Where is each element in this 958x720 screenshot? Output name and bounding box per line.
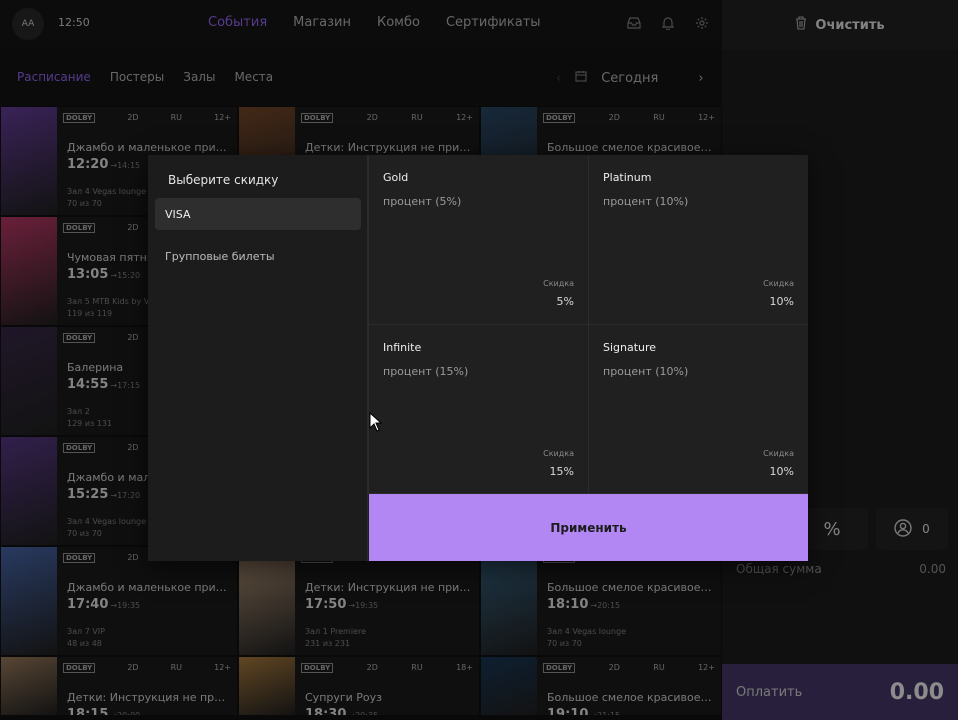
discount-category-list: Выберите скидку VISA Групповые билеты — [148, 155, 368, 561]
card-type: процент (15%) — [383, 365, 469, 378]
discount-modal: Выберите скидку VISA Групповые билеты Go… — [148, 155, 808, 561]
discount-card-signature[interactable]: Signature процент (10%) Скидка 10% — [588, 325, 808, 494]
card-discount-value: 5% — [556, 295, 574, 308]
card-discount-value: 15% — [549, 465, 574, 478]
cursor-icon — [369, 412, 383, 432]
card-type: процент (10%) — [603, 365, 689, 378]
card-discount-label: Скидка — [543, 449, 574, 458]
card-discount-label: Скидка — [543, 279, 574, 288]
discount-option-visa[interactable]: VISA — [155, 198, 361, 230]
discount-option-group[interactable]: Групповые билеты — [155, 240, 361, 272]
card-type: процент (5%) — [383, 195, 462, 208]
discount-card-infinite[interactable]: Infinite процент (15%) Скидка 15% — [368, 325, 588, 494]
card-name: Gold — [383, 171, 409, 184]
card-name: Signature — [603, 341, 657, 354]
card-discount-label: Скидка — [763, 279, 794, 288]
card-discount-value: 10% — [769, 465, 794, 478]
discount-card-gold[interactable]: Gold процент (5%) Скидка 5% — [368, 155, 588, 325]
card-discount-label: Скидка — [763, 449, 794, 458]
modal-title: Выберите скидку — [168, 173, 279, 187]
discount-card-platinum[interactable]: Platinum процент (10%) Скидка 10% — [588, 155, 808, 325]
apply-button[interactable]: Применить — [369, 494, 808, 561]
card-name: Infinite — [383, 341, 422, 354]
app-root: AA 12:50 События Магазин Комбо Сертифика… — [0, 0, 958, 720]
card-name: Platinum — [603, 171, 652, 184]
card-type: процент (10%) — [603, 195, 689, 208]
card-discount-value: 10% — [769, 295, 794, 308]
